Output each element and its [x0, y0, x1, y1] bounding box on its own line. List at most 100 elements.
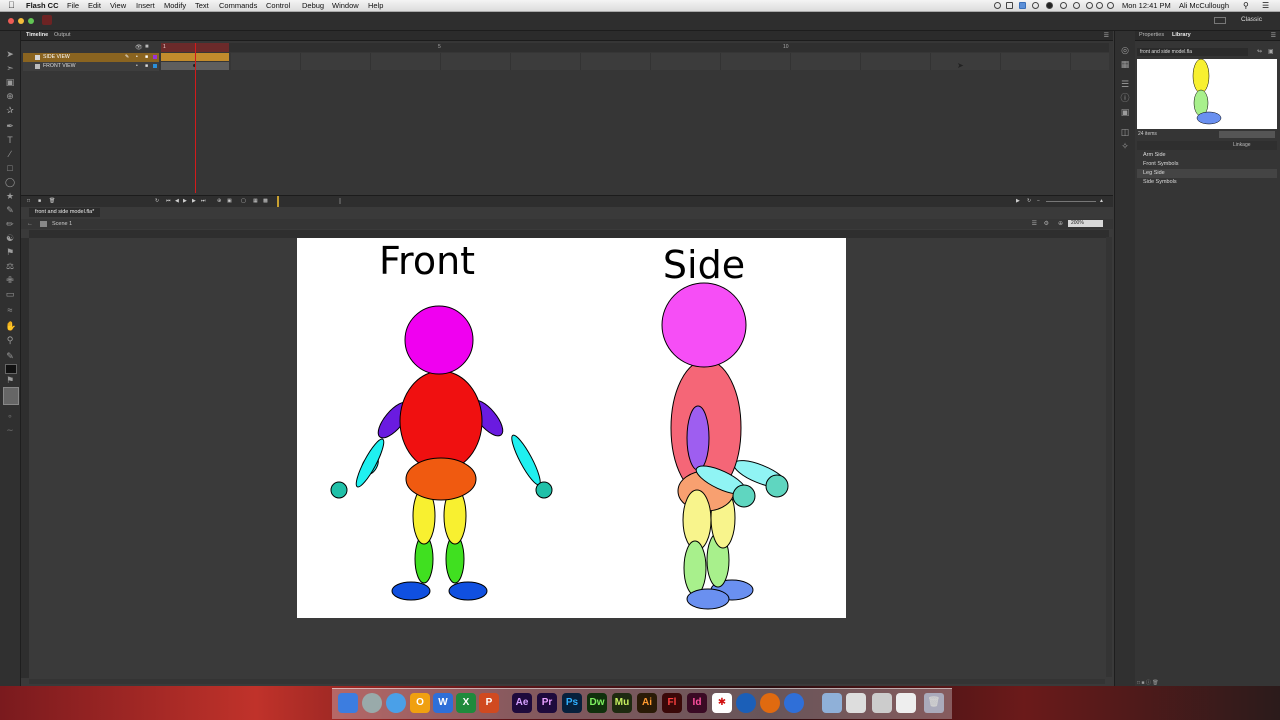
bone-tool-icon[interactable]: ☯: [5, 233, 15, 243]
apple-icon[interactable]: : [8, 0, 15, 11]
character-drawing[interactable]: Front Side: [297, 238, 846, 618]
onion-skin-icon[interactable]: ▣: [227, 196, 232, 207]
eraser-tool-icon[interactable]: ▭: [5, 289, 15, 299]
dock-app-icon[interactable]: Mu: [612, 693, 632, 713]
zoom-level-select[interactable]: 200%: [1068, 220, 1103, 227]
launchpad-icon[interactable]: [362, 693, 382, 713]
airplay-icon[interactable]: [1086, 2, 1093, 9]
screenshot-icon[interactable]: [872, 693, 892, 713]
volume-icon[interactable]: [1107, 2, 1114, 9]
record-icon[interactable]: [1046, 2, 1053, 9]
rectangle-tool-icon[interactable]: □: [5, 163, 15, 173]
dock-app-icon[interactable]: Ps: [562, 693, 582, 713]
library-item[interactable]: Arm Side: [1137, 151, 1277, 160]
step-forward-icon[interactable]: ▶: [192, 196, 196, 207]
visibility-dot-icon[interactable]: •: [136, 53, 138, 62]
timeline-hscroll[interactable]: [339, 198, 341, 204]
status-icon[interactable]: [1019, 2, 1026, 9]
free-transform-tool-icon[interactable]: ▣: [5, 77, 15, 87]
word-icon[interactable]: W: [433, 693, 453, 713]
creative-cloud-icon[interactable]: [736, 693, 756, 713]
stroke-color-icon[interactable]: ✎: [5, 351, 15, 361]
zoom-tool-icon[interactable]: ⚲: [5, 335, 15, 345]
menu-help[interactable]: Help: [368, 0, 383, 11]
lasso-tool-icon[interactable]: ✰: [5, 105, 15, 115]
menubar-clock[interactable]: Mon 12:41 PM: [1122, 0, 1171, 11]
layer-name[interactable]: FRONT VIEW: [43, 62, 75, 71]
stage-vertical-scrollbar[interactable]: [1106, 237, 1112, 677]
wifi-icon[interactable]: [1096, 2, 1103, 9]
hand-tool-icon[interactable]: ✋: [5, 321, 16, 331]
pencil-tool-icon[interactable]: ✎: [5, 205, 15, 215]
front-right-forearm[interactable]: [508, 432, 545, 487]
frame-number-ruler[interactable]: 1 5 10: [161, 43, 1109, 52]
panel-icon[interactable]: ✧: [1120, 141, 1130, 151]
zoom-frames-icon[interactable]: −: [1037, 196, 1040, 207]
lock-icon[interactable]: ■: [145, 62, 148, 71]
polystar-tool-icon[interactable]: ★: [5, 191, 15, 201]
panel-menu-icon[interactable]: ☰: [1271, 32, 1276, 41]
modify-markers-icon[interactable]: ▩: [263, 196, 268, 207]
layer-row-side-view[interactable]: SIDE VIEW ✎ • ■: [23, 53, 159, 62]
new-library-panel-icon[interactable]: ▣: [1268, 48, 1274, 55]
loop-icon[interactable]: ↻: [155, 196, 159, 207]
transform-icon[interactable]: ▣: [1120, 107, 1130, 117]
front-hips[interactable]: [405, 457, 477, 501]
menu-window[interactable]: Window: [332, 0, 359, 11]
back-arrow-icon[interactable]: ←: [27, 219, 33, 229]
front-right-foot[interactable]: [448, 581, 488, 601]
lock-all-icon[interactable]: ■: [145, 44, 149, 50]
edit-multiple-frames-icon[interactable]: ▦: [253, 196, 258, 207]
document-icon[interactable]: [846, 693, 866, 713]
dock-app-icon[interactable]: Fl: [662, 693, 682, 713]
tab-output[interactable]: Output: [54, 31, 71, 40]
menu-control[interactable]: Control: [266, 0, 290, 11]
menu-commands[interactable]: Commands: [219, 0, 257, 11]
front-left-hand[interactable]: [330, 481, 348, 499]
snap-to-objects-icon[interactable]: ∘: [5, 411, 15, 421]
menu-text[interactable]: Text: [195, 0, 209, 11]
stroke-color-swatch[interactable]: [5, 364, 17, 374]
time-machine-icon[interactable]: [1060, 2, 1067, 9]
side-front-hand[interactable]: [732, 484, 756, 508]
spotlight-icon[interactable]: ⚲: [1243, 0, 1249, 11]
safari-icon[interactable]: [386, 693, 406, 713]
tab-timeline[interactable]: Timeline: [26, 31, 48, 40]
onion-skin-outlines-icon[interactable]: ▢: [241, 196, 246, 207]
scroll-right-icon[interactable]: ▶: [1016, 196, 1020, 207]
menubar-user[interactable]: Ali McCullough: [1179, 0, 1229, 11]
menu-file[interactable]: File: [67, 0, 79, 11]
empty-frames[interactable]: [231, 53, 1109, 70]
panel-icon[interactable]: ◫: [1120, 127, 1130, 137]
finder-icon[interactable]: [338, 693, 358, 713]
3d-rotation-tool-icon[interactable]: ⊕: [5, 91, 15, 101]
playhead[interactable]: [195, 43, 196, 193]
front-left-foot[interactable]: [391, 581, 431, 601]
center-stage-icon[interactable]: ⊕: [1058, 219, 1063, 229]
menu-view[interactable]: View: [110, 0, 126, 11]
dock-app-icon[interactable]: Pr: [537, 693, 557, 713]
tab-library[interactable]: Library: [1172, 31, 1191, 40]
eyedropper-tool-icon[interactable]: ✙: [5, 275, 15, 285]
dock-app-icon[interactable]: Dw: [587, 693, 607, 713]
menu-debug[interactable]: Debug: [302, 0, 324, 11]
status-icon[interactable]: [994, 2, 1001, 9]
dock-app-icon[interactable]: Id: [687, 693, 707, 713]
selection-tool-icon[interactable]: ➤: [5, 49, 15, 59]
bluetooth-icon[interactable]: [1073, 2, 1080, 9]
text-tool-icon[interactable]: T: [5, 135, 15, 145]
side-back-hand[interactable]: [765, 474, 789, 498]
acrobat-icon[interactable]: ✱: [712, 693, 732, 713]
library-document-select[interactable]: front and side model.fla: [1137, 48, 1248, 56]
pin-library-icon[interactable]: ↬: [1257, 48, 1262, 55]
outline-color-square[interactable]: [153, 64, 157, 68]
linkage-column[interactable]: Linkage: [1233, 141, 1251, 150]
layer-name[interactable]: SIDE VIEW: [43, 53, 70, 62]
panel-icon[interactable]: ☰: [1120, 79, 1130, 89]
zoom-frames-in-icon[interactable]: ▲: [1099, 196, 1104, 207]
library-search-field[interactable]: [1219, 131, 1275, 138]
zoom-frames-out-icon[interactable]: ↻: [1027, 196, 1031, 207]
smooth-icon[interactable]: ∼: [5, 425, 15, 435]
layer-row-front-view[interactable]: FRONT VIEW • ■: [23, 62, 159, 71]
fill-color-swatch[interactable]: [3, 387, 19, 405]
